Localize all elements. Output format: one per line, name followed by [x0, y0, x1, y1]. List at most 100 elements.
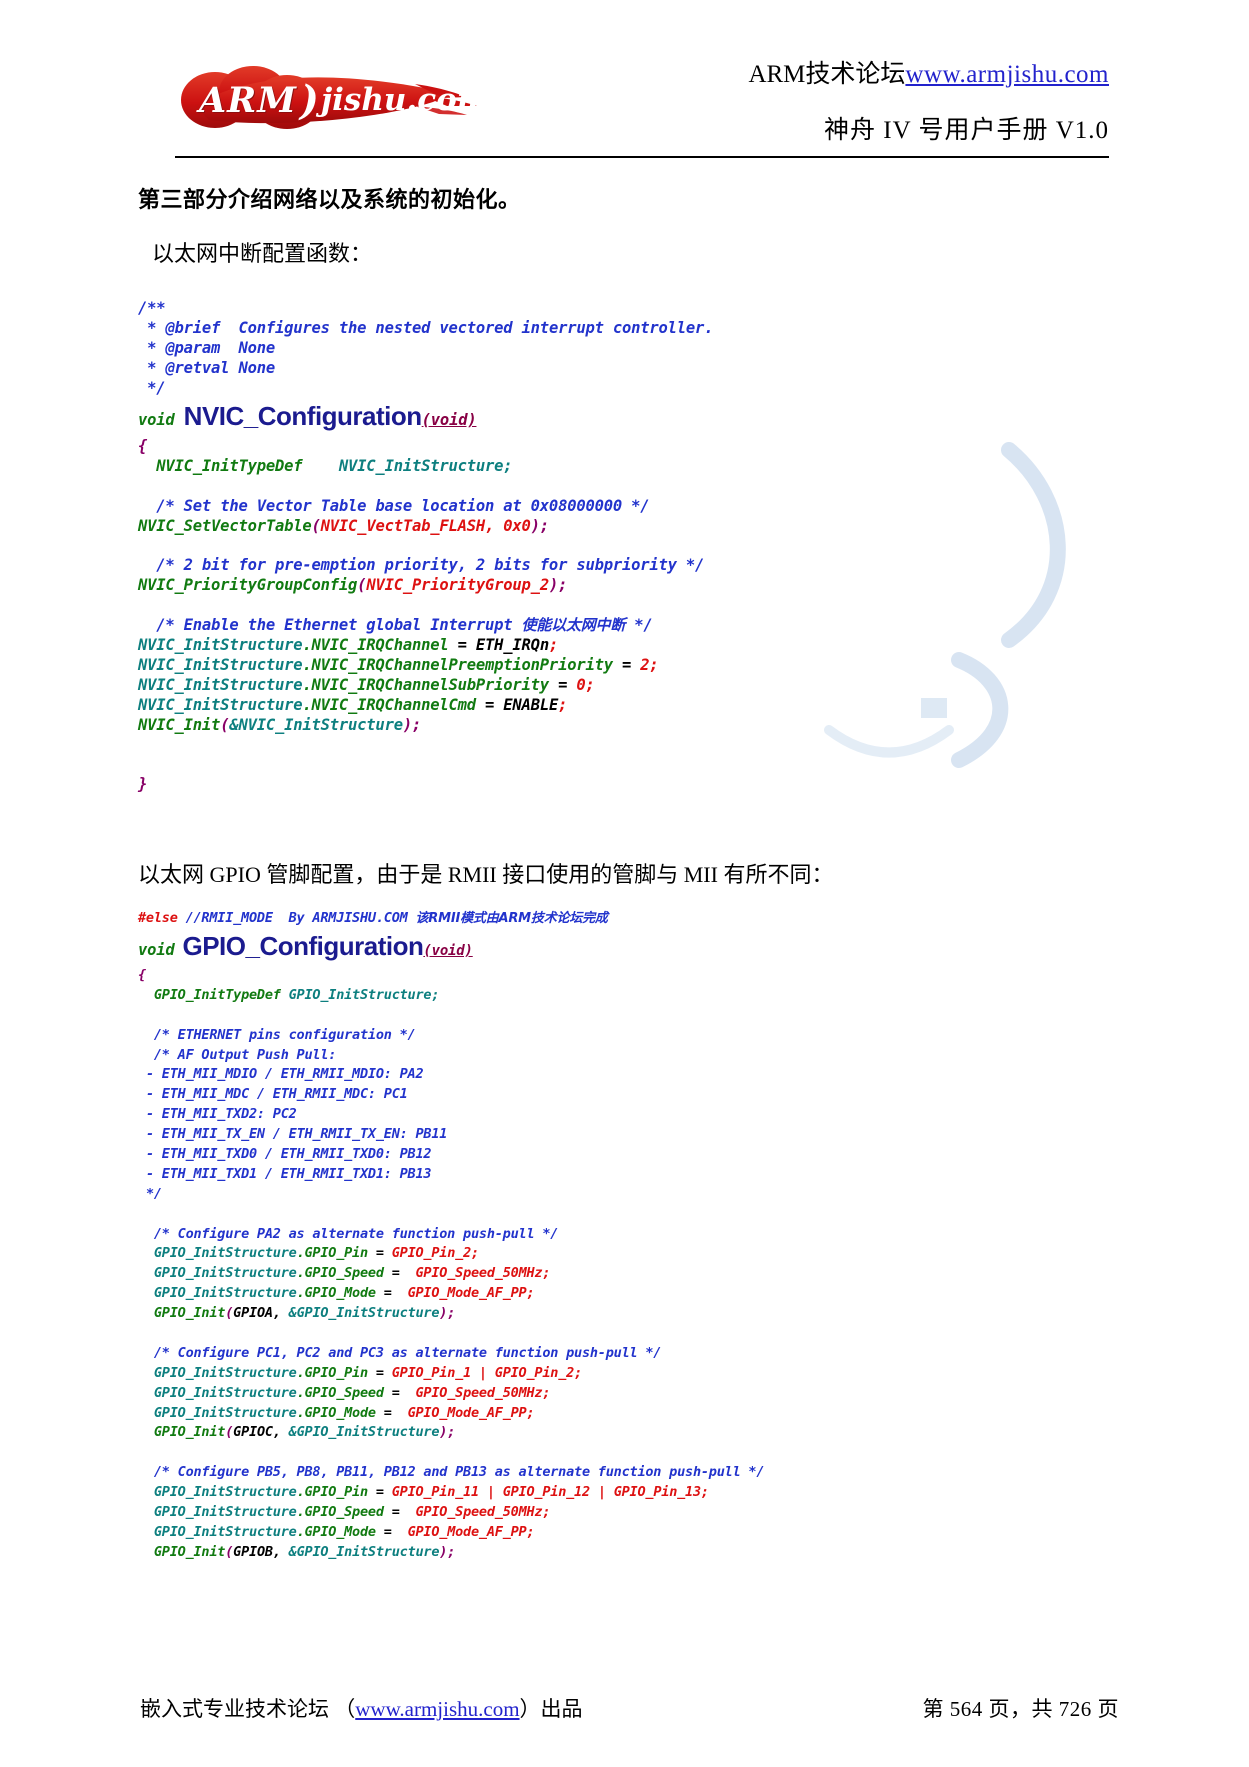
code-line: { — [138, 966, 146, 983]
code-const: NVIC_PriorityGroup_2 — [366, 576, 549, 595]
code-op: = — [383, 1384, 408, 1401]
page-footer: 嵌入式专业技术论坛 （www.armjishu.com）出品 第 564 页，共… — [0, 1693, 1249, 1723]
paragraph-gpio-config: 以太网 GPIO 管脚配置，由于是 RMII 接口使用的管脚与 MII 有所不同… — [138, 862, 834, 888]
code-comment: - ETH_MII_MDC / ETH_RMII_MDC: PC1 — [145, 1086, 408, 1103]
page-header: ARM ) jishu.com ARM技术论坛www.armjishu.com … — [0, 0, 1249, 146]
code-arg: GPIOC — [233, 1424, 273, 1441]
code-paren: ( — [225, 1424, 234, 1441]
code-var: NVIC_InitStructure — [138, 695, 303, 714]
code-var: GPIO_InitStructure — [153, 1285, 297, 1302]
code-comment: /* 2 bit for pre-emption priority, 2 bit… — [156, 556, 705, 575]
code-value: GPIO_Mode_AF_PP — [399, 1404, 527, 1421]
header-forum-label: ARM技术论坛 — [748, 61, 906, 88]
code-comment: /* Configure PA2 as alternate function p… — [153, 1225, 559, 1242]
code-member: .NVIC_IRQChannelCmd — [302, 695, 476, 714]
header-line-1: ARM技术论坛www.armjishu.com — [748, 56, 1109, 94]
code-comment: /* Enable the Ethernet global Interrupt — [156, 616, 522, 635]
code-var: GPIO_InitStructure — [153, 1364, 297, 1381]
code-var: NVIC_InitStructure — [138, 655, 303, 674]
code-comment: */ — [625, 616, 653, 635]
code-value: GPIO_Mode_AF_PP — [399, 1523, 527, 1540]
code-arg: GPIOA — [233, 1305, 273, 1322]
code-comment-cn: 使能以太网中断 — [521, 616, 626, 635]
code-keyword-void: void — [138, 940, 175, 959]
code-paren: ); — [548, 576, 568, 595]
code-block-gpio: #else //RMII_MODE By ARMJISHU.COM 该RMII模… — [138, 893, 1129, 1598]
code-arg: &GPIO_InitStructure — [288, 1305, 440, 1322]
function-name-nvic-configuration: NVIC_Configuration — [183, 400, 423, 431]
code-comment: /* AF Output Push Pull: — [153, 1046, 337, 1063]
code-op: = — [448, 636, 476, 654]
code-paren: ); — [402, 715, 422, 734]
code-op: = — [375, 1523, 400, 1540]
code-semi: ; — [574, 1364, 582, 1381]
code-type: GPIO_InitTypeDef — [153, 986, 281, 1003]
code-var: GPIO_InitStructure — [153, 1404, 297, 1421]
footer-credit-prefix: 嵌入式专业技术论坛 （ — [140, 1697, 356, 1721]
code-line: } — [138, 775, 148, 794]
code-keyword-void: void — [138, 410, 175, 429]
code-var: NVIC_InitStructure — [138, 675, 303, 694]
code-comment-cn: 该RMII模式由ARM技术论坛完成 — [415, 911, 608, 927]
footer-site-link[interactable]: www.armjishu.com — [355, 1697, 519, 1721]
code-var: GPIO_InitStructure — [153, 1523, 297, 1540]
code-member: .GPIO_Mode — [296, 1404, 376, 1421]
logo-wordmark: ARM ) jishu.com — [175, 62, 505, 138]
function-name-gpio-configuration: GPIO_Configuration — [182, 930, 424, 961]
footer-credit-suffix: ）出品 — [519, 1697, 583, 1721]
code-comment: //RMII_MODE By ARMJISHU.COM — [177, 910, 416, 927]
code-line: { — [138, 436, 148, 455]
logo-arm-text: ARM — [199, 79, 297, 121]
code-block-nvic: /** * @brief Configures the nested vecto… — [138, 280, 1129, 836]
code-comment: /* ETHERNET pins configuration */ — [153, 1026, 416, 1043]
logo-paren: ) — [300, 76, 319, 124]
code-op: = — [375, 1404, 400, 1421]
code-value: GPIO_Speed_50MHz — [407, 1504, 543, 1520]
code-member: .GPIO_Speed — [296, 1265, 384, 1282]
header-manual-title: 神舟 IV 号用户手册 V1.0 — [824, 116, 1109, 144]
code-sep: , — [272, 1543, 289, 1560]
code-value: GPIO_Speed_50MHz — [407, 1384, 543, 1401]
code-comment: /* Configure PB5, PB8, PB11, PB12 and PB… — [153, 1464, 765, 1481]
logo-jishu-text: jishu.com — [320, 82, 490, 118]
code-line: * @param None — [138, 339, 275, 358]
document-page: ARM ) jishu.com ARM技术论坛www.armjishu.com … — [0, 0, 1249, 1767]
code-arg: &NVIC_InitStructure — [229, 715, 403, 734]
code-line: /** — [138, 299, 166, 318]
code-func: NVIC_SetVectorTable — [138, 516, 312, 535]
paragraph-ethernet-irq: 以太网中断配置函数： — [152, 240, 373, 266]
code-paren: ); — [439, 1424, 456, 1441]
code-line: */ — [138, 379, 166, 398]
code-type: NVIC_InitTypeDef — [156, 456, 303, 475]
code-semi: ; — [558, 695, 568, 714]
code-line-part: @brief Configures the nested vectored in… — [165, 319, 714, 338]
code-semi: ; — [542, 1504, 551, 1520]
code-member: .GPIO_Pin — [296, 1245, 369, 1262]
code-value: ETH_IRQn — [475, 636, 549, 654]
code-value: ENABLE — [503, 695, 559, 714]
code-member: .GPIO_Speed — [296, 1384, 384, 1401]
code-op: = — [367, 1245, 392, 1262]
code-semi: ; — [700, 1484, 709, 1501]
code-var: GPIO_InitStructure; — [280, 986, 440, 1003]
code-semi: ; — [548, 636, 559, 654]
code-op: = — [375, 1285, 400, 1302]
code-paren: ); — [439, 1543, 456, 1560]
code-paren: ); — [439, 1305, 456, 1322]
header-site-link[interactable]: www.armjishu.com — [905, 61, 1109, 88]
code-semi: ; — [526, 1404, 535, 1421]
code-member: .GPIO_Pin — [296, 1364, 369, 1381]
page-number: 第 564 页，共 726 页 — [922, 1697, 1119, 1721]
code-semi: ; — [542, 1265, 551, 1282]
code-semi: ; — [471, 1245, 479, 1262]
code-comment: /* Set the Vector Table base location at… — [156, 496, 650, 515]
code-paren: ( — [357, 576, 367, 595]
code-func: GPIO_Init — [153, 1305, 226, 1322]
code-value: GPIO_Pin_2 — [391, 1245, 471, 1262]
code-member: .GPIO_Pin — [296, 1484, 369, 1501]
code-comment: /* Configure PC1, PC2 and PC3 as alterna… — [153, 1344, 662, 1361]
code-member: .NVIC_IRQChannelPreemptionPriority — [302, 655, 613, 674]
code-var: GPIO_InitStructure — [153, 1484, 297, 1501]
code-paren: ( — [225, 1543, 234, 1560]
code-semi: ; — [649, 655, 659, 674]
